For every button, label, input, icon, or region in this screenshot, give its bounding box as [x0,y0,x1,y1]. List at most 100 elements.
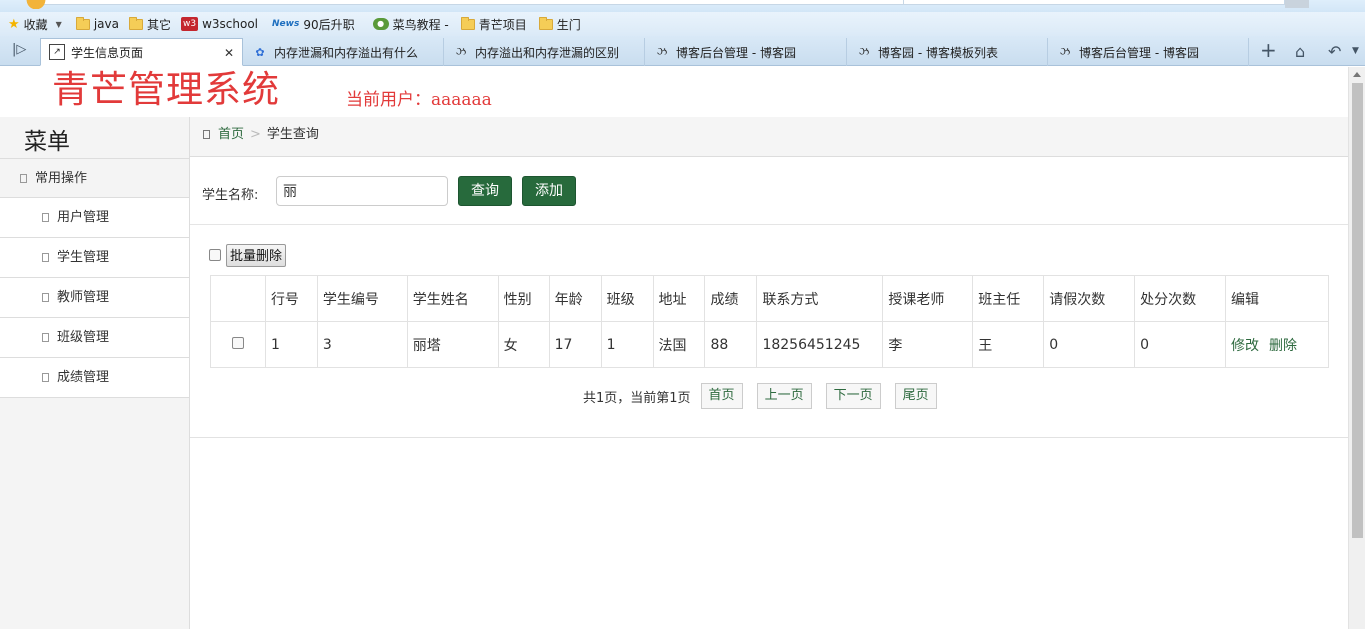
breadcrumb-current: 学生查询 [266,127,319,142]
sidebar-item-users[interactable]: 用户管理 [0,198,189,238]
bookmark-label: java [93,17,119,31]
column-header: 联系方式 [756,275,884,322]
page-summary: 共1页，当前第1页 [583,390,691,406]
chevron-down-icon[interactable]: ▼ [56,20,62,29]
search-label: 学生名称: [202,188,259,203]
divider [190,437,1348,438]
tab-label: 博客后台管理 - 博客园 [676,45,796,60]
add-button[interactable]: 添加 [522,176,576,206]
bookmark-runoob[interactable]: ● 菜鸟教程 - [372,14,449,34]
bookmark-label: 生门 [556,17,581,32]
paw-icon: ✿ [255,45,265,59]
page-header: 青芒管理系统 当前用户：aaaaaa [0,67,1348,117]
bookmark-label: 收藏 [23,17,48,32]
tab-memory-overflow[interactable]: ઝ 内存溢出和内存泄漏的区别 [445,38,645,66]
column-header: 年龄 [548,275,602,322]
sidebar-item-label: 学生管理 [57,250,110,265]
tab-blog-admin-2[interactable]: ઝ 博客后台管理 - 博客园 [1049,38,1249,66]
table-row: 1 3 丽塔 女 17 1 法国 88 18256451245 李 王 0 0 … [210,321,1329,368]
edit-link[interactable]: 修改 [1231,338,1259,354]
site-icon: ઝ [656,45,668,58]
batch-actions: 批量删除 [209,243,287,267]
tab-label: 内存溢出和内存泄漏的区别 [475,45,620,60]
cell-teacher: 李 [882,321,974,368]
bookmark-qingmang[interactable]: 青芒项目 [460,14,527,34]
column-header: 授课老师 [882,275,974,322]
breadcrumb-home[interactable]: 首页 [218,127,244,142]
cell-address: 法国 [652,321,706,368]
sidebar-item-students[interactable]: 学生管理 [0,238,189,278]
row-select-cell [210,321,266,368]
student-table: 行号 学生编号 学生姓名 性别 年龄 班级 地址 成绩 联系方式 授课老师 班主… [210,275,1329,368]
menu-icon [42,293,49,302]
vertical-scrollbar[interactable] [1348,67,1365,629]
bookmark-shengmen[interactable]: 生门 [538,14,581,34]
cell-punish-count: 0 [1134,321,1226,368]
search-input[interactable] [276,176,448,206]
site-icon: ઝ [1059,45,1071,58]
sidebar-item-scores[interactable]: 成绩管理 [0,358,189,398]
tab-blog-admin-1[interactable]: ઝ 博客后台管理 - 博客园 [646,38,847,66]
folder-icon [75,16,90,30]
chevron-down-icon[interactable]: ▼ [1352,46,1359,56]
sidebar-group-label: 常用操作 [35,171,88,186]
address-bar[interactable] [30,0,1285,5]
table-header-row: 行号 学生编号 学生姓名 性别 年龄 班级 地址 成绩 联系方式 授课老师 班主… [210,275,1329,322]
scrollbar-thumb[interactable] [1352,83,1363,538]
chart-icon: ↗ [49,44,65,60]
tab-strip: |▷ ↗ 学生信息页面 ✕ ✿ 内存泄漏和内存溢出有什么 ઝ 内存溢出和内存泄漏… [0,36,1365,66]
bookmark-label: w3school [202,17,259,31]
column-header: 班主任 [972,275,1045,322]
next-page-button[interactable]: 下一页 [825,383,881,409]
tab-memory-leak[interactable]: ✿ 内存泄漏和内存溢出有什么 [244,38,444,66]
menu-icon [42,213,49,222]
first-page-button[interactable]: 首页 [700,383,743,409]
batch-delete-button[interactable]: 批量删除 [226,243,287,267]
tab-manager-icon[interactable]: ⌂ [1295,42,1305,61]
cell-head-teacher: 王 [972,321,1045,368]
tab-student-info[interactable]: ↗ 学生信息页面 ✕ [40,38,243,66]
sidebar-group-common[interactable]: 常用操作 [0,158,189,198]
bookmarks-bar: ★ 收藏 ▼ java 其它 w3 w3school News 90后升职 ● … [0,12,1365,36]
column-header: 行号 [264,275,318,322]
bookmark-90hou[interactable]: News 90后升职 [272,14,355,34]
sidebar: 菜单 常用操作 用户管理 学生管理 教师管理 班级管理 成绩管理 [0,117,190,629]
new-tab-icon[interactable]: + [1260,38,1277,62]
close-icon[interactable]: ✕ [224,46,234,60]
prev-page-button[interactable]: 上一页 [756,383,812,409]
column-header: 性别 [497,275,550,322]
bookmark-other[interactable]: 其它 [128,14,171,34]
menu-icon [42,373,49,382]
folder-icon [460,16,475,30]
row-checkbox[interactable] [231,336,244,349]
news-icon: News [272,19,300,29]
column-header: 请假次数 [1043,275,1136,322]
column-header: 处分次数 [1134,275,1226,322]
folder-icon [538,16,553,30]
runoob-icon: ● [372,18,389,30]
cell-leave-count: 0 [1043,321,1136,368]
column-header: 地址 [652,275,706,322]
window-control[interactable] [1285,0,1309,8]
cell-phone: 18256451245 [756,321,884,368]
sidebar-item-teachers[interactable]: 教师管理 [0,278,189,318]
sidebar-item-classes[interactable]: 班级管理 [0,318,189,358]
query-button[interactable]: 查询 [458,176,512,206]
pagination: 共1页，当前第1页 首页 上一页 下一页 尾页 [583,383,937,409]
column-header: 成绩 [704,275,758,322]
scroll-up-icon[interactable] [1353,72,1361,77]
delete-link[interactable]: 删除 [1269,338,1297,354]
sidebar-item-label: 用户管理 [57,210,110,225]
tab-blog-templates[interactable]: ઝ 博客园 - 博客模板列表 [848,38,1048,66]
bookmark-java[interactable]: java [75,14,119,34]
last-page-button[interactable]: 尾页 [894,383,937,409]
select-all-checkbox[interactable] [209,249,221,261]
bookmark-w3school[interactable]: w3 w3school [181,14,258,34]
bookmark-label: 青芒项目 [478,17,527,32]
undo-icon[interactable]: ↶ [1328,42,1341,61]
bookmark-favorites[interactable]: ★ 收藏 ▼ [8,14,62,34]
sidebar-toggle-icon[interactable]: |▷ [12,42,26,57]
column-header: 学生编号 [316,275,408,322]
tab-label: 内存泄漏和内存溢出有什么 [274,45,419,60]
cell-class: 1 [600,321,654,368]
